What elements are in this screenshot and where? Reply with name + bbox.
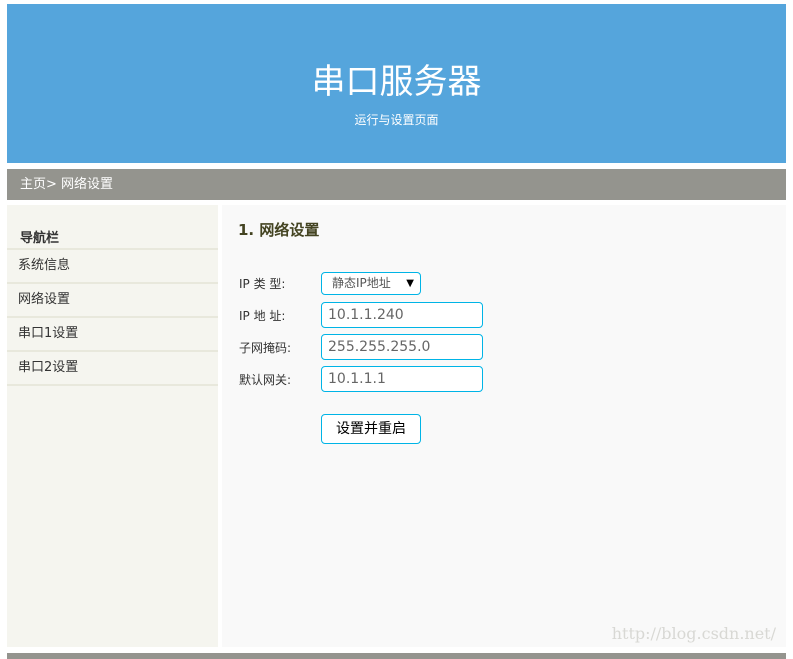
subnet-mask-input[interactable]: 255.255.255.0 — [321, 334, 483, 360]
sidebar-nav: 导航栏 系统信息 网络设置 串口1设置 串口2设置 — [7, 205, 218, 647]
breadcrumb: 主页> 网络设置 — [7, 169, 786, 200]
sidebar-item-network[interactable]: 网络设置 — [7, 284, 218, 318]
site-subtitle: 运行与设置页面 — [354, 113, 439, 127]
sidebar-item-serial1[interactable]: 串口1设置 — [7, 318, 218, 352]
watermark: http://blog.csdn.net/ — [611, 624, 776, 643]
dropdown-arrow-icon: ▼ — [406, 278, 414, 289]
page-header: 串口服务器 运行与设置页面 — [7, 4, 786, 163]
page-footer — [7, 653, 786, 659]
page-title: 1. 网络设置 — [238, 221, 320, 239]
gateway-input[interactable]: 10.1.1.1 — [321, 366, 483, 392]
sidebar-title: 导航栏 — [7, 205, 218, 250]
ip-address-label: IP 地 址: — [239, 308, 286, 323]
subnet-mask-label: 子网掩码: — [239, 340, 292, 355]
ip-address-input[interactable]: 10.1.1.240 — [321, 302, 483, 328]
ip-type-select[interactable]: 静态IP地址 ▼ — [321, 272, 421, 295]
sidebar-item-serial2[interactable]: 串口2设置 — [7, 352, 218, 386]
gateway-label: 默认网关: — [239, 372, 292, 387]
site-title: 串口服务器 — [311, 62, 482, 102]
save-and-restart-button[interactable]: 设置并重启 — [321, 414, 421, 444]
ip-type-value: 静态IP地址 — [332, 276, 391, 290]
main-content: 1. 网络设置 IP 类 型: 静态IP地址 ▼ IP 地 址: 10.1.1.2… — [222, 205, 786, 647]
ip-type-label: IP 类 型: — [239, 277, 286, 291]
sidebar-item-system-info[interactable]: 系统信息 — [7, 250, 218, 284]
